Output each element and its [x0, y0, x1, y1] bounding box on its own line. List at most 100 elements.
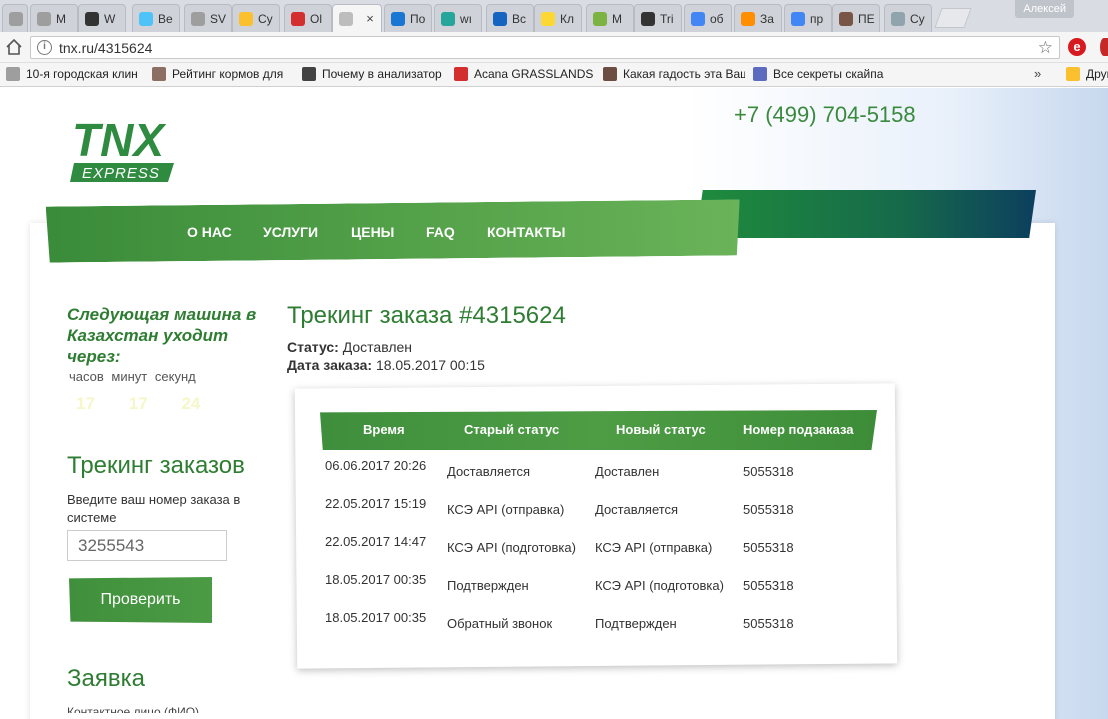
- table-cell: Доставляется: [447, 464, 531, 479]
- table-cell: Доставлен: [595, 464, 660, 479]
- browser-tab[interactable]: пр: [784, 4, 832, 32]
- timer-label-hours: часов: [69, 369, 104, 384]
- table-cell: 5055318: [743, 540, 794, 555]
- browser-tab[interactable]: Вс: [486, 4, 534, 32]
- tab-title: Вс: [512, 11, 527, 26]
- url-text[interactable]: tnx.ru/4315624: [59, 40, 152, 56]
- nav-prices[interactable]: ЦЕНЫ: [351, 224, 394, 240]
- bookmark-item[interactable]: Почему в анализатор: [302, 67, 442, 81]
- info-icon[interactable]: i: [37, 40, 52, 55]
- tab-favicon-icon: [37, 11, 51, 26]
- request-heading: Заявка: [67, 665, 145, 692]
- timer-hours: 17: [76, 394, 95, 413]
- tab-favicon-icon: [741, 11, 755, 26]
- extension-icon-2[interactable]: [1100, 38, 1108, 56]
- browser-tab[interactable]: M: [586, 4, 634, 32]
- nav-decor: [696, 190, 1036, 238]
- bookmark-favicon-icon: [6, 67, 20, 81]
- tracking-number-input[interactable]: [67, 530, 227, 561]
- browser-tab[interactable]: Кл: [534, 4, 582, 32]
- tab-favicon-icon: [85, 11, 99, 26]
- tracking-heading: Трекинг заказов: [67, 452, 245, 479]
- browser-tab[interactable]: Cy: [884, 4, 932, 32]
- timer-labels: часов минут секунд: [69, 369, 200, 384]
- logo-text-top: TNX: [72, 114, 166, 166]
- tab-title: wı: [460, 11, 472, 26]
- browser-tab[interactable]: Be: [132, 4, 180, 32]
- tnx-logo[interactable]: TNX EXPRESS: [70, 108, 190, 182]
- bookmark-favicon-icon: [1066, 67, 1080, 81]
- bookmark-star-icon[interactable]: ☆: [1038, 38, 1053, 58]
- tab-title: Cy: [258, 11, 273, 26]
- bookmark-item[interactable]: Acana GRASSLANDS: [454, 67, 594, 81]
- browser-user-chip[interactable]: Алексей: [1015, 0, 1074, 18]
- tab-favicon-icon: [839, 11, 853, 26]
- url-input[interactable]: i tnx.ru/4315624 ☆: [30, 36, 1060, 59]
- bookmark-item[interactable]: Все секреты скайпа: [753, 67, 893, 81]
- bookmark-item[interactable]: Рейтинг кормов для: [152, 67, 292, 81]
- request-field-label: Контактное лицо (ФИО): [67, 705, 200, 713]
- nav-contacts[interactable]: КОНТАКТЫ: [487, 224, 565, 240]
- browser-tab[interactable]: ×: [332, 4, 382, 32]
- check-button[interactable]: Проверить: [69, 577, 212, 623]
- bookmark-favicon-icon: [603, 67, 617, 81]
- browser-tab-bar: M M W Be SV Cy Ol × По wı Вс Кл M Tri об За пр ПЕ Cy: [0, 0, 1108, 32]
- browser-tab[interactable]: wı: [434, 4, 482, 32]
- column-old-status: Старый статус: [464, 422, 560, 437]
- home-icon[interactable]: [5, 38, 23, 56]
- table-cell: 5055318: [743, 578, 794, 593]
- bookmark-item[interactable]: 10-я городская клин: [6, 67, 146, 81]
- browser-tab[interactable]: Cy: [232, 4, 280, 32]
- table-cell: 5055318: [743, 464, 794, 479]
- browser-tab[interactable]: M: [30, 4, 78, 32]
- tab-title: об: [710, 11, 724, 26]
- nav-services[interactable]: УСЛУГИ: [263, 224, 318, 240]
- table-cell: КСЭ API (подготовка): [447, 540, 576, 555]
- column-new-status: Новый статус: [616, 422, 706, 437]
- tab-favicon-icon: [191, 11, 205, 26]
- bookmarks-more-icon[interactable]: »: [1034, 66, 1041, 81]
- bookmark-item[interactable]: Друг: [1066, 67, 1108, 81]
- browser-tab[interactable]: ПЕ: [832, 4, 880, 32]
- bookmark-label: Рейтинг кормов для: [172, 67, 284, 81]
- table-cell: 22.05.2017 14:47: [325, 534, 427, 549]
- table-cell: Подтвержден: [447, 578, 529, 593]
- browser-tab[interactable]: W: [78, 4, 126, 32]
- tab-favicon-icon: [593, 11, 607, 26]
- tab-title: Cy: [910, 11, 925, 26]
- tab-favicon-icon: [441, 11, 455, 26]
- phone-number[interactable]: +7 (499) 704-5158: [734, 102, 916, 128]
- bookmark-item[interactable]: Какая гадость эта Ваш: [603, 67, 745, 81]
- tracking-prompt: Введите ваш номер заказа в системе: [67, 492, 241, 525]
- tab-favicon-icon: [691, 11, 705, 26]
- browser-tab[interactable]: M: [2, 4, 28, 32]
- browser-tab[interactable]: За: [734, 4, 782, 32]
- bookmark-favicon-icon: [454, 67, 468, 81]
- browser-tab[interactable]: SV: [184, 4, 232, 32]
- new-tab-button[interactable]: [934, 8, 972, 28]
- tab-favicon-icon: [791, 11, 805, 26]
- tab-title: M: [612, 11, 622, 26]
- extension-icon[interactable]: e: [1068, 38, 1086, 56]
- browser-tab[interactable]: Tri: [634, 4, 682, 32]
- bookmark-label: Друг: [1086, 67, 1108, 81]
- browser-tab[interactable]: об: [684, 4, 732, 32]
- nav-faq[interactable]: FAQ: [426, 224, 455, 240]
- table-cell: Обратный звонок: [447, 616, 553, 631]
- browser-tab[interactable]: По: [384, 4, 432, 32]
- tab-favicon-icon: [9, 11, 23, 26]
- tab-title: пр: [810, 11, 824, 26]
- bookmark-favicon-icon: [753, 67, 767, 81]
- bookmarks-bar: » 10-я городская клин Рейтинг кормов для П…: [0, 63, 1108, 87]
- browser-tab[interactable]: Ol: [284, 4, 332, 32]
- tab-close-icon[interactable]: ×: [363, 11, 377, 26]
- tab-title: ПЕ: [858, 11, 875, 26]
- table-cell: 18.05.2017 00:35: [325, 610, 427, 625]
- table-cell: Подтвержден: [595, 616, 677, 631]
- table-cell: КСЭ API (подготовка): [595, 578, 724, 593]
- tab-title: За: [760, 11, 774, 26]
- timer-label-minutes: минут: [111, 369, 148, 384]
- timer-label-seconds: секунд: [154, 369, 196, 384]
- nav-about[interactable]: О НАС: [187, 224, 232, 240]
- table-cell: КСЭ API (отправка): [595, 540, 713, 555]
